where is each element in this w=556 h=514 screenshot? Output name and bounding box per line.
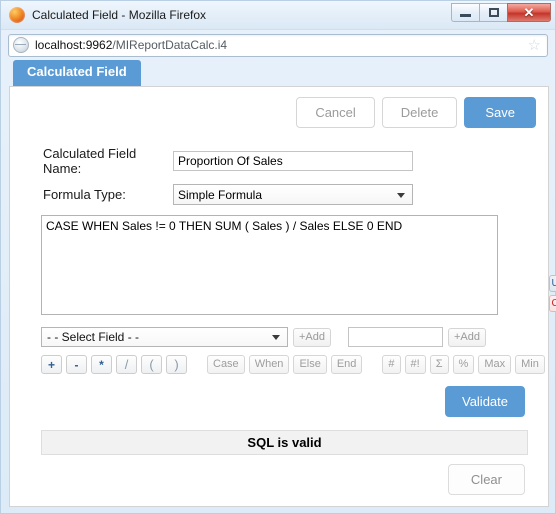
url-path: /MIReportDataCalc.i4: [112, 38, 228, 52]
formula-type-label: Formula Type:: [43, 187, 126, 202]
operator-multiply-button[interactable]: *: [91, 355, 112, 374]
cancel-button[interactable]: Cancel: [296, 97, 375, 128]
minimize-icon: [460, 14, 471, 17]
navigation-bar: localhost:9962/MIReportDataCalc.i4 ☆: [1, 30, 555, 60]
page-content: Calculated Field Cancel Delete Save Calc…: [9, 60, 556, 507]
clear-button[interactable]: Clear: [447, 464, 525, 495]
calculated-field-panel: Cancel Delete Save Calculated Field Name…: [9, 86, 556, 507]
operator-plus-button[interactable]: +: [41, 355, 62, 374]
function-number-not-button[interactable]: #!: [404, 355, 426, 374]
operator-minus-button[interactable]: -: [66, 355, 87, 374]
bookmark-star-icon[interactable]: ☆: [528, 38, 543, 53]
status-message: SQL is valid: [247, 435, 322, 450]
maximize-icon: [488, 8, 499, 17]
url-host: localhost:9962: [35, 38, 113, 52]
function-min-button[interactable]: Min: [515, 355, 545, 374]
function-max-button[interactable]: Max: [478, 355, 512, 374]
chevron-down-icon: [272, 335, 280, 340]
keyword-end-button[interactable]: End: [330, 355, 363, 374]
select-field-dropdown[interactable]: - - Select Field - -: [41, 327, 288, 347]
add-field-button[interactable]: +Add: [293, 327, 331, 347]
formula-textarea[interactable]: CASE WHEN Sales != 0 THEN SUM ( Sales ) …: [41, 215, 498, 315]
operator-divide-button[interactable]: /: [116, 355, 137, 374]
undo-button[interactable]: Undo: [549, 275, 556, 292]
chevron-down-icon: [397, 192, 405, 198]
formula-side-buttons: Undo Clear: [549, 275, 556, 315]
clear-formula-button[interactable]: Clear: [549, 295, 556, 312]
delete-button[interactable]: Delete: [381, 97, 458, 128]
firefox-window: Calculated Field - Mozilla Firefox ✕ loc…: [0, 0, 556, 514]
window-title: Calculated Field - Mozilla Firefox: [32, 8, 207, 22]
constant-input[interactable]: [348, 327, 443, 347]
keyword-else-button[interactable]: Else: [293, 355, 327, 374]
function-sum-button[interactable]: Σ: [429, 355, 449, 374]
validate-row: Validate: [10, 374, 548, 417]
add-constant-button[interactable]: +Add: [448, 327, 486, 347]
operator-close-paren-button[interactable]: ): [166, 355, 187, 374]
field-name-row: Calculated Field Name: Proportion Of Sal…: [18, 146, 548, 176]
keyword-case-button[interactable]: Case: [207, 355, 245, 374]
field-name-label: Calculated Field Name:: [43, 146, 137, 176]
save-button[interactable]: Save: [464, 97, 536, 128]
validate-button[interactable]: Validate: [444, 386, 525, 417]
field-name-input[interactable]: Proportion Of Sales: [173, 151, 413, 171]
formula-type-select[interactable]: Simple Formula: [173, 184, 413, 205]
close-icon: ✕: [523, 5, 535, 20]
maximize-button[interactable]: [479, 3, 507, 22]
tab-strip: Calculated Field: [9, 60, 549, 86]
formula-editor-wrap: CASE WHEN Sales != 0 THEN SUM ( Sales ) …: [41, 215, 556, 315]
operator-open-paren-button[interactable]: (: [141, 355, 162, 374]
bottom-action-row: Clear: [10, 455, 548, 495]
keyword-when-button[interactable]: When: [248, 355, 290, 374]
field-picker-row: - - Select Field - - +Add +Add: [41, 327, 548, 347]
close-button[interactable]: ✕: [507, 3, 551, 22]
window-controls: ✕: [451, 3, 551, 22]
url-bar[interactable]: localhost:9962/MIReportDataCalc.i4 ☆: [8, 33, 548, 57]
form-area: Calculated Field Name: Proportion Of Sal…: [10, 128, 548, 205]
formula-type-row: Formula Type: Simple Formula: [18, 184, 548, 205]
minimize-button[interactable]: [451, 3, 479, 22]
globe-icon: [13, 37, 29, 53]
title-bar: Calculated Field - Mozilla Firefox ✕: [1, 1, 555, 30]
select-field-value: - - Select Field - -: [47, 330, 140, 344]
tab-calculated-field[interactable]: Calculated Field: [13, 60, 141, 86]
url-text: localhost:9962/MIReportDataCalc.i4: [35, 38, 227, 52]
firefox-logo-icon: [9, 7, 25, 23]
function-number-button[interactable]: #: [382, 355, 401, 374]
formula-type-value: Simple Formula: [178, 187, 263, 202]
action-button-row: Cancel Delete Save: [10, 87, 548, 128]
function-percent-button[interactable]: %: [452, 355, 475, 374]
operator-button-row: + - * / ( ) Case When Else End # #! Σ % …: [41, 355, 548, 374]
status-bar: SQL is valid: [41, 430, 528, 455]
